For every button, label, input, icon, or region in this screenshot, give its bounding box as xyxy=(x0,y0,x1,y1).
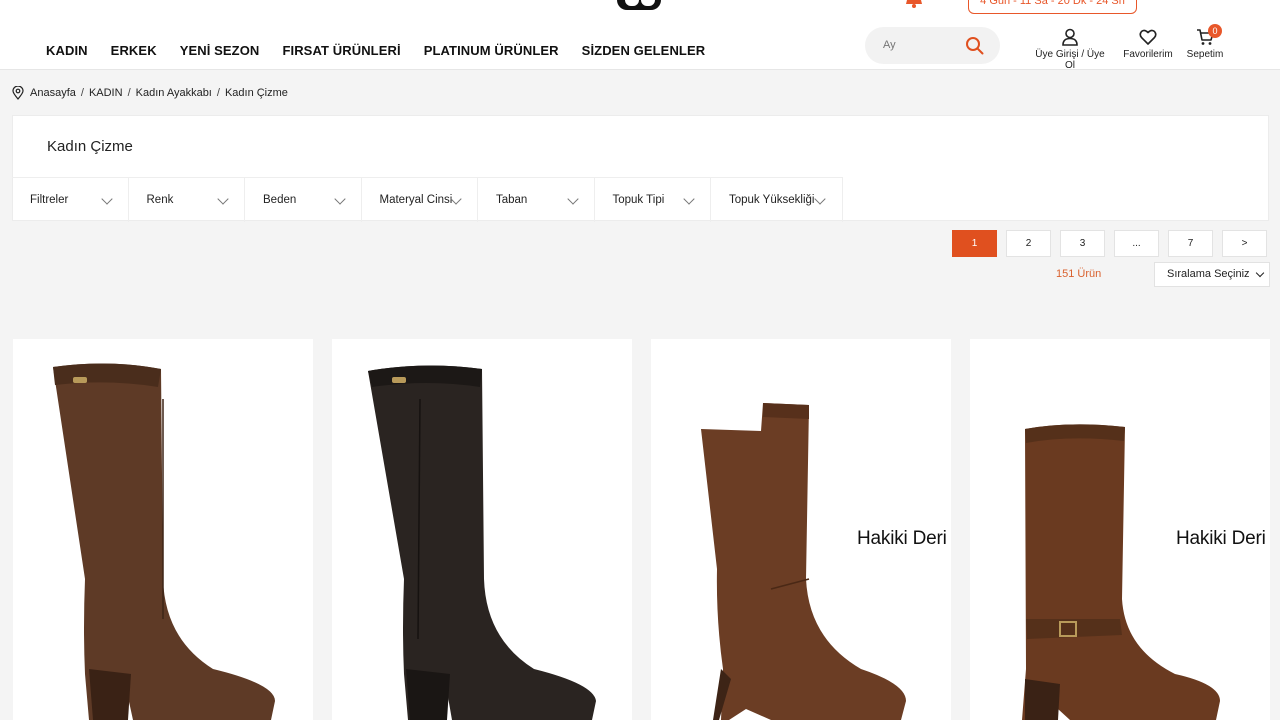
product-count: 151 Ürün xyxy=(1056,268,1102,280)
user-icon xyxy=(1062,28,1078,46)
page-title: Kadın Çizme xyxy=(47,138,133,155)
product-badge: Hakiki Deri xyxy=(857,528,947,549)
filter-label: Taban xyxy=(496,194,528,206)
search-input[interactable] xyxy=(883,35,963,55)
location-pin-icon xyxy=(12,86,24,100)
filter-taban[interactable]: Taban xyxy=(478,178,595,222)
cart-count-badge: 0 xyxy=(1208,24,1222,38)
notification-bell-icon[interactable] xyxy=(904,0,924,8)
nav-erkek[interactable]: ERKEK xyxy=(111,43,157,58)
nav-firsat-urunleri[interactable]: FIRSAT ÜRÜNLERİ xyxy=(282,43,400,58)
filter-topuk-tipi[interactable]: Topuk Tipi xyxy=(595,178,711,222)
breadcrumb-separator: / xyxy=(127,87,131,99)
pagination: 1 2 3 ... 7 > xyxy=(952,230,1276,257)
page-ellipsis: ... xyxy=(1114,230,1159,257)
breadcrumb-separator: / xyxy=(80,87,84,99)
filter-filtreler[interactable]: Filtreler xyxy=(12,178,129,222)
page-next-button[interactable]: > xyxy=(1222,230,1267,257)
account-link[interactable]: Üye Girişi / Üye Ol xyxy=(1029,28,1111,71)
page-button-3[interactable]: 3 xyxy=(1060,230,1105,257)
nav-kadin[interactable]: KADIN xyxy=(46,43,88,58)
favorites-link[interactable]: Favorilerim xyxy=(1120,28,1176,60)
breadcrumb: Anasayfa / KADIN / Kadın Ayakkabı / Kadı… xyxy=(12,86,288,100)
breadcrumb-kadin-cizme[interactable]: Kadın Çizme xyxy=(225,87,288,99)
breadcrumb-separator: / xyxy=(216,87,220,99)
product-card[interactable]: Hakiki Deri xyxy=(651,339,951,720)
product-card[interactable] xyxy=(13,339,313,720)
chevron-down-icon xyxy=(333,193,346,205)
filter-label: Beden xyxy=(263,194,297,206)
account-label: Üye Girişi / Üye Ol xyxy=(1035,49,1105,71)
filter-beden[interactable]: Beden xyxy=(245,178,362,222)
chevron-down-icon xyxy=(814,193,826,205)
nav-sizden-gelenler[interactable]: SİZDEN GELENLER xyxy=(582,43,706,58)
cart-label: Sepetim xyxy=(1186,49,1224,60)
chevron-down-icon xyxy=(566,193,579,205)
chevron-down-icon xyxy=(1255,268,1265,278)
product-card[interactable] xyxy=(332,339,632,720)
nav-platinum-urunler[interactable]: PLATINUM ÜRÜNLER xyxy=(424,43,559,58)
campaign-countdown[interactable]: 4 Gün - 11 Sa - 20 Dk - 24 Sn xyxy=(968,0,1137,14)
filter-label: Materyal Cinsi xyxy=(379,194,453,206)
nav-yeni-sezon[interactable]: YENİ SEZON xyxy=(180,43,260,58)
product-card[interactable]: Hakiki Deri xyxy=(970,339,1270,720)
page-button-1[interactable]: 1 xyxy=(952,230,997,257)
filter-label: Renk xyxy=(146,194,174,206)
breadcrumb-kadin-ayakkabi[interactable]: Kadın Ayakkabı xyxy=(136,87,212,99)
search-icon[interactable] xyxy=(965,36,984,55)
product-image xyxy=(368,365,596,720)
sort-label: Sıralama Seçiniz xyxy=(1167,268,1250,280)
filter-bar: Filtreler Renk Beden Materyal Cinsi Taba… xyxy=(12,177,843,222)
filter-renk[interactable]: Renk xyxy=(129,178,245,222)
chevron-down-icon xyxy=(100,193,113,205)
main-navigation: KADIN ERKEK YENİ SEZON FIRSAT ÜRÜNLERİ P… xyxy=(46,43,728,58)
breadcrumb-home[interactable]: Anasayfa xyxy=(30,87,76,99)
page-button-7[interactable]: 7 xyxy=(1168,230,1213,257)
chevron-down-icon xyxy=(683,193,695,205)
filter-materyal-cinsi[interactable]: Materyal Cinsi xyxy=(362,178,478,222)
breadcrumb-kadin[interactable]: KADIN xyxy=(89,87,123,99)
site-header: 4 Gün - 11 Sa - 20 Dk - 24 Sn KADIN ERKE… xyxy=(0,0,1280,71)
product-image xyxy=(53,363,275,720)
brand-logo[interactable] xyxy=(617,0,661,10)
sort-select[interactable]: Sıralama Seçiniz xyxy=(1154,262,1270,287)
product-badge: Hakiki Deri xyxy=(1176,528,1266,549)
filter-label: Topuk Yüksekliği xyxy=(729,194,815,206)
heart-icon xyxy=(1139,29,1157,45)
filter-label: Filtreler xyxy=(30,194,69,206)
favorites-label: Favorilerim xyxy=(1123,49,1173,60)
filter-label: Topuk Tipi xyxy=(612,194,665,206)
filter-topuk-yuksekligi[interactable]: Topuk Yüksekliği xyxy=(711,178,843,222)
chevron-down-icon xyxy=(217,193,229,205)
page-button-2[interactable]: 2 xyxy=(1006,230,1051,257)
